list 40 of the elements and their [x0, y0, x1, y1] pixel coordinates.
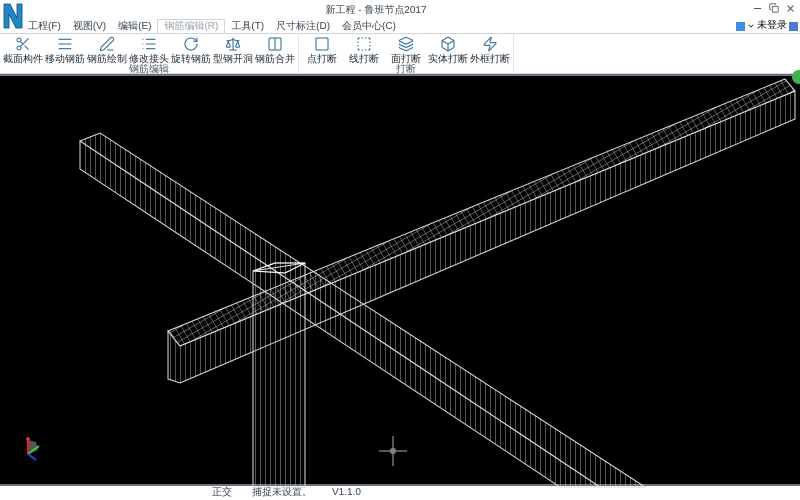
- ribbon-button[interactable]: 截面构件: [2, 34, 44, 65]
- ribbon-button[interactable]: 线打断: [343, 34, 385, 65]
- menu-tab[interactable]: 尺寸标注(D): [270, 19, 336, 33]
- window-title: 新工程 - 鲁班节点2017: [325, 4, 427, 18]
- ribbon-button[interactable]: 点打断: [301, 34, 343, 65]
- ribbon-button[interactable]: 面打断: [385, 34, 427, 65]
- scissors-icon: [15, 36, 31, 52]
- ribbon-button[interactable]: 实体打断: [427, 34, 469, 65]
- ribbon-button[interactable]: 钢筋绘制: [86, 34, 128, 65]
- caret-icon[interactable]: [747, 22, 755, 30]
- restore-icon[interactable]: [769, 3, 779, 13]
- scale-icon: [225, 36, 241, 52]
- pen-icon: [99, 36, 115, 52]
- ribbon-button[interactable]: 移动钢筋: [44, 34, 86, 65]
- layers-icon: [398, 36, 414, 52]
- menu-tab[interactable]: 编辑(E): [112, 19, 158, 33]
- box-icon: [440, 36, 456, 52]
- status-text: V1.1.0: [332, 487, 361, 499]
- status-text: 正交: [212, 487, 232, 499]
- rotate-icon: [183, 36, 199, 52]
- app-logo: [2, 2, 24, 30]
- crosshair-cursor-icon: [379, 436, 407, 466]
- menu-tab[interactable]: 会员中心(C): [336, 19, 402, 33]
- ribbon-group-label: 钢筋编辑: [129, 65, 169, 75]
- menu-tab[interactable]: 视图(V): [66, 19, 112, 33]
- dashed-square-icon: [356, 36, 372, 52]
- square-icon: [314, 36, 330, 52]
- account-label[interactable]: 未登录: [757, 20, 787, 32]
- ribbon-group-label: 打断: [396, 65, 416, 75]
- ribbon-button[interactable]: 修改接头: [128, 34, 170, 65]
- lines-icon: [57, 36, 73, 52]
- close-icon[interactable]: [785, 3, 796, 14]
- menu-tab[interactable]: 工具(T): [225, 19, 270, 33]
- lightning-icon: [482, 36, 498, 52]
- ribbon-button[interactable]: 型钢开洞: [212, 34, 254, 65]
- ribbon-button[interactable]: 外框打断: [469, 34, 511, 65]
- ribbon-button[interactable]: 旋转钢筋: [170, 34, 212, 65]
- menu-tab[interactable]: 工程(F): [22, 19, 67, 33]
- columns-icon: [267, 36, 283, 52]
- ribbon-button[interactable]: 钢筋合并: [254, 34, 296, 65]
